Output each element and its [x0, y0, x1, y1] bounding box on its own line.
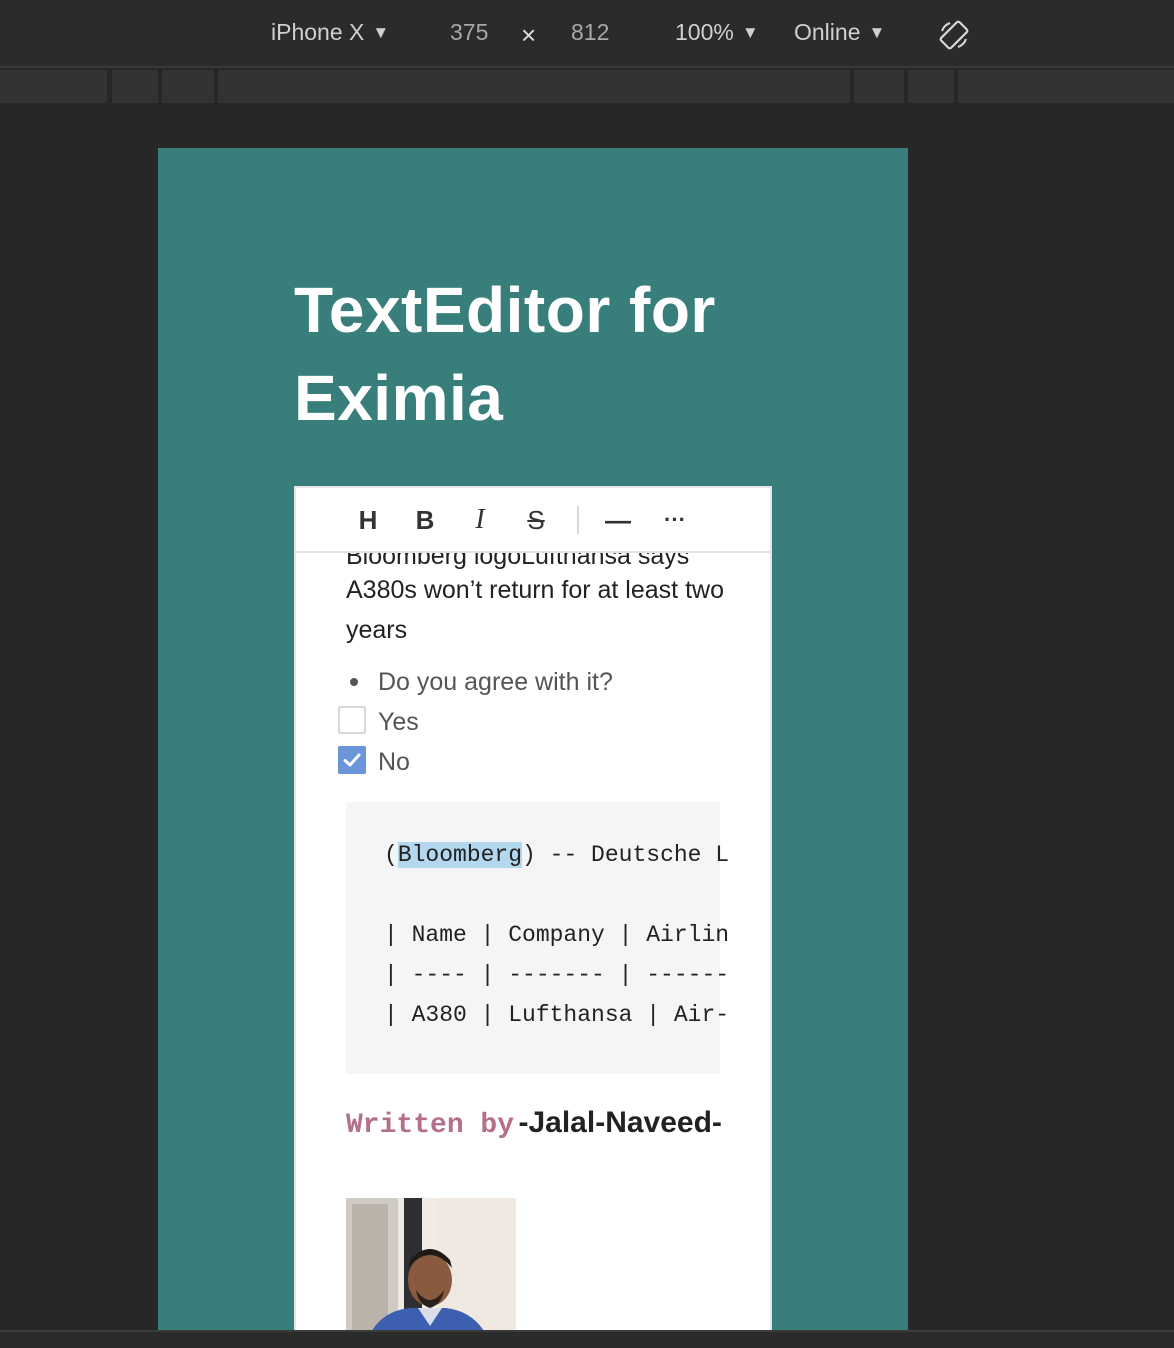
- bullet-list-item: Do you agree with it?: [346, 662, 613, 702]
- code-line: | A380 | Lufthansa | Air-: [384, 1002, 730, 1028]
- device-select[interactable]: iPhone X ▼: [271, 19, 389, 46]
- caret-down-icon: ▼: [372, 23, 390, 42]
- bold-button[interactable]: B: [412, 503, 438, 537]
- task-label: No: [378, 748, 410, 776]
- checkbox-no[interactable]: [338, 746, 366, 775]
- zoom-value: 100%: [675, 19, 734, 45]
- horizontal-rule-button[interactable]: —: [604, 503, 632, 537]
- bullet-icon: [350, 678, 358, 686]
- height-input[interactable]: 812: [571, 19, 609, 46]
- device-toolbar: iPhone X ▼ 375 × 812 100% ▼ Online ▼: [0, 0, 1174, 68]
- page-title: TextEditor for Eximia: [294, 274, 716, 434]
- code-line: | ---- | ------- | ------: [384, 962, 730, 988]
- author-name: -Jalal-Naveed-: [518, 1106, 722, 1139]
- italic-button[interactable]: I: [468, 503, 492, 537]
- network-value: Online: [794, 19, 861, 45]
- times-icon: ×: [521, 20, 537, 50]
- zoom-select[interactable]: 100% ▼: [675, 19, 759, 46]
- bottom-bar: [0, 1330, 1174, 1348]
- author-photo: [346, 1198, 516, 1330]
- caret-down-icon: ▼: [868, 23, 886, 42]
- text-editor[interactable]: H B I S — ··· Bloomberg logoLufthansa sa…: [294, 486, 772, 1330]
- ruler-segment[interactable]: [958, 70, 1174, 103]
- author-line: Written by -Jalal-Naveed-: [346, 1096, 726, 1155]
- checkbox-yes[interactable]: [338, 706, 366, 735]
- ruler-segment[interactable]: [908, 70, 954, 103]
- ruler-segment[interactable]: [162, 70, 214, 103]
- rotate-icon[interactable]: [938, 19, 970, 51]
- ruler-segment[interactable]: [0, 70, 107, 103]
- bullet-text: Do you agree with it?: [378, 668, 613, 696]
- device-name: iPhone X: [271, 19, 365, 45]
- width-input[interactable]: 375: [450, 19, 488, 46]
- media-query-ruler: [0, 70, 1174, 103]
- ruler-segment[interactable]: [112, 70, 158, 103]
- code-block-text: (Bloomberg) -- Deutsche L | Name | Compa…: [346, 802, 770, 1074]
- checkmark-icon: [343, 753, 361, 767]
- caret-down-icon: ▼: [741, 23, 759, 42]
- written-by-label: Written by: [346, 1110, 515, 1141]
- ruler-segment[interactable]: [854, 70, 904, 103]
- more-button[interactable]: ···: [660, 503, 690, 537]
- selected-text: Bloomberg: [397, 842, 523, 868]
- heading-button[interactable]: H: [356, 503, 380, 537]
- code-line: (Bloomberg) -- Deutsche L: [384, 842, 730, 868]
- task-item: No: [338, 742, 410, 782]
- paragraph: A380s won’t return for at least two year…: [346, 576, 724, 644]
- device-viewport: TextEditor for Eximia H B I S — ··· Bloo…: [158, 148, 908, 1330]
- editor-toolbar: H B I S — ···: [296, 488, 770, 553]
- task-label: Yes: [378, 708, 419, 736]
- ruler-segment[interactable]: [218, 70, 850, 103]
- toolbar-divider: [577, 506, 579, 534]
- network-select[interactable]: Online ▼: [794, 19, 885, 46]
- code-line: | Name | Company | Airlin: [384, 922, 730, 948]
- strikethrough-button[interactable]: S: [522, 503, 550, 537]
- task-item: Yes: [338, 702, 419, 742]
